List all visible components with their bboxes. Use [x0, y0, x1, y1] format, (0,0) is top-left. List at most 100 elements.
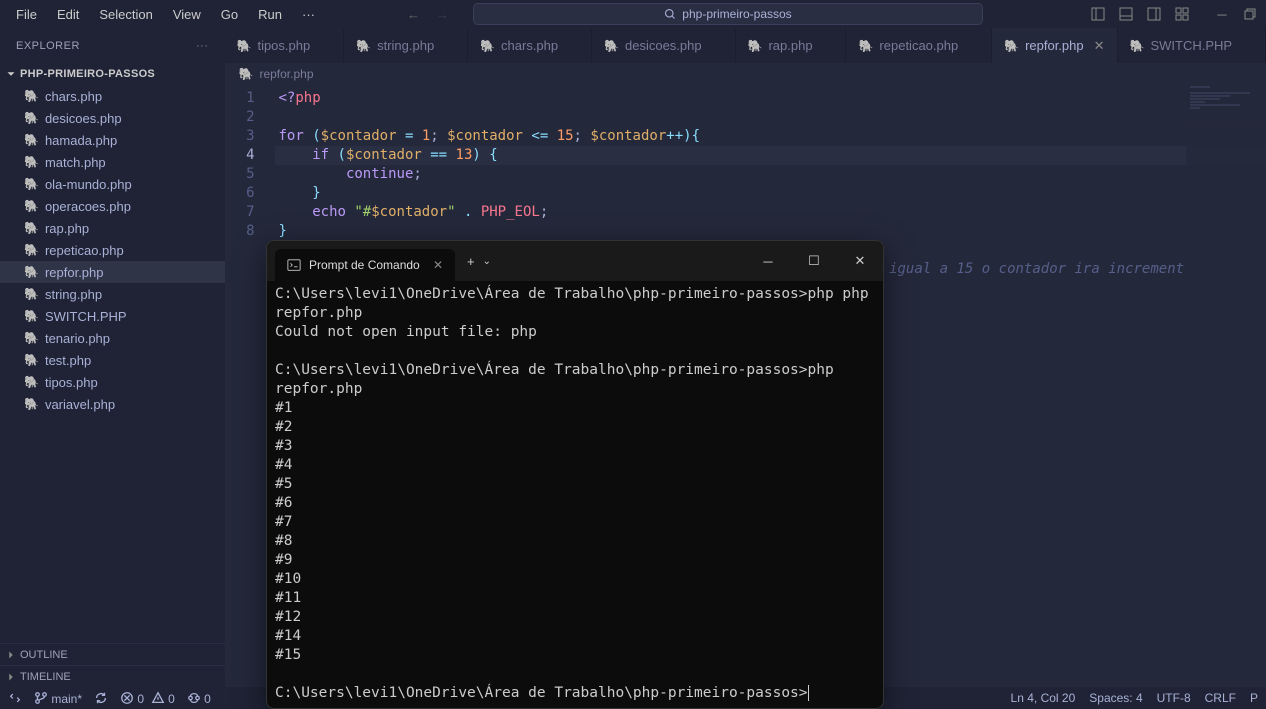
window-minimize-icon[interactable]: ─	[1214, 6, 1230, 22]
terminal-body[interactable]: C:\Users\levi1\OneDrive\Área de Trabalho…	[267, 281, 883, 708]
ports[interactable]: 0	[187, 691, 211, 706]
file-item[interactable]: 🐘 SWITCH.PHP	[0, 305, 225, 327]
cursor-position[interactable]: Ln 4, Col 20	[1011, 691, 1076, 705]
terminal-tab-title: Prompt de Comando	[309, 258, 420, 272]
file-item[interactable]: 🐘repeticao.php	[0, 239, 225, 261]
terminal-minimize-icon[interactable]: ─	[745, 245, 791, 277]
menu-run[interactable]: Run	[250, 3, 290, 26]
breadcrumb[interactable]: 🐘 repfor.php	[225, 63, 1266, 85]
menu-selection[interactable]: Selection	[91, 3, 160, 26]
file-item[interactable]: 🐘ola-mundo.php	[0, 173, 225, 195]
line-number: 6	[225, 184, 255, 203]
language-mode[interactable]: P	[1250, 691, 1258, 705]
menu-view[interactable]: View	[165, 3, 209, 26]
file-item[interactable]: 🐘repfor.php	[0, 261, 225, 283]
file-item[interactable]: 🐘tipos.php	[0, 371, 225, 393]
code-line[interactable]: }	[275, 184, 1266, 203]
terminal-new-tab-icon[interactable]: +	[467, 254, 475, 269]
editor-tab[interactable]: 🐘string.php✕	[344, 28, 468, 63]
code-line[interactable]: }	[275, 222, 1266, 241]
file-name: repeticao.php	[45, 243, 124, 258]
line-number: 8	[225, 222, 255, 241]
tab-close-icon[interactable]: ✕	[1094, 38, 1105, 54]
line-number: 3	[225, 127, 255, 146]
line-number: 1	[225, 89, 255, 108]
layout-primary-icon[interactable]	[1090, 6, 1106, 22]
explorer-header: EXPLORER ···	[0, 28, 225, 63]
file-item[interactable]: 🐘desicoes.php	[0, 107, 225, 129]
file-item[interactable]: 🐘tenario.php	[0, 327, 225, 349]
command-center[interactable]: php-primeiro-passos	[473, 3, 983, 25]
code-line[interactable]	[275, 108, 1266, 127]
terminal-close-icon[interactable]: ✕	[837, 245, 883, 277]
outline-section[interactable]: OUTLINE	[0, 643, 225, 665]
nav-back-icon[interactable]: ←	[407, 7, 420, 22]
php-icon: 🐘	[24, 89, 39, 103]
terminal-output: C:\Users\levi1\OneDrive\Área de Trabalho…	[275, 286, 877, 701]
file-item[interactable]: 🐘match.php	[0, 151, 225, 173]
file-item[interactable]: 🐘rap.php	[0, 217, 225, 239]
editor-tab[interactable]: 🐘desicoes.php✕	[592, 28, 735, 63]
editor-tab[interactable]: 🐘chars.php✕	[468, 28, 592, 63]
encoding[interactable]: UTF-8	[1157, 691, 1191, 705]
tab-label: rap.php	[768, 38, 812, 53]
php-icon: 🐘	[24, 309, 39, 323]
file-item[interactable]: 🐘hamada.php	[0, 129, 225, 151]
file-item[interactable]: 🐘variavel.php	[0, 393, 225, 415]
tab-label: SWITCH.PHP	[1150, 38, 1232, 53]
menu-edit[interactable]: Edit	[49, 3, 87, 26]
explorer-sidebar: EXPLORER ··· PHP-PRIMEIRO-PASSOS 🐘chars.…	[0, 28, 225, 687]
terminal-maximize-icon[interactable]: ☐	[791, 245, 837, 277]
file-item[interactable]: 🐘chars.php	[0, 85, 225, 107]
eol[interactable]: CRLF	[1205, 691, 1236, 705]
file-name: test.php	[45, 353, 91, 368]
code-line[interactable]: for ($contador = 1; $contador <= 15; $co…	[275, 127, 1266, 146]
line-number: 2	[225, 108, 255, 127]
terminal-tab[interactable]: Prompt de Comando ✕	[275, 249, 455, 281]
php-icon: 🐘	[24, 111, 39, 125]
file-name: variavel.php	[45, 397, 115, 412]
folder-header[interactable]: PHP-PRIMEIRO-PASSOS	[0, 63, 225, 85]
php-icon: 🐘	[1130, 39, 1145, 53]
indentation[interactable]: Spaces: 4	[1089, 691, 1142, 705]
timeline-section[interactable]: TIMELINE	[0, 665, 225, 687]
terminal-tab-close-icon[interactable]: ✕	[433, 258, 443, 272]
menubar: FileEditSelectionViewGoRun ··· ← → php-p…	[0, 0, 1266, 28]
window-restore-icon[interactable]	[1242, 6, 1258, 22]
editor-tab[interactable]: 🐘repfor.php✕	[992, 28, 1117, 63]
explorer-more-icon[interactable]: ···	[196, 40, 209, 52]
code-line[interactable]: continue;	[275, 165, 1266, 184]
terminal-titlebar[interactable]: Prompt de Comando ✕ + ⌄ ─ ☐ ✕	[267, 241, 883, 281]
remote-icon[interactable]	[8, 691, 22, 705]
file-item[interactable]: 🐘string.php	[0, 283, 225, 305]
php-icon: 🐘	[1004, 39, 1019, 53]
git-branch[interactable]: main*	[34, 691, 82, 706]
layout-secondary-icon[interactable]	[1146, 6, 1162, 22]
file-item[interactable]: 🐘operacoes.php	[0, 195, 225, 217]
minimap[interactable]	[1186, 85, 1266, 285]
file-item[interactable]: 🐘test.php	[0, 349, 225, 371]
layout-panel-icon[interactable]	[1118, 6, 1134, 22]
php-icon: 🐘	[24, 287, 39, 301]
nav-forward-icon[interactable]: →	[436, 7, 449, 22]
file-name: SWITCH.PHP	[45, 309, 127, 324]
php-icon: 🐘	[24, 199, 39, 213]
editor-tab[interactable]: 🐘SWITCH.PHP✕	[1118, 28, 1266, 63]
php-icon: 🐘	[480, 39, 495, 53]
layout-customize-icon[interactable]	[1174, 6, 1190, 22]
menu-file[interactable]: File	[8, 3, 45, 26]
code-line[interactable]: if ($contador == 13) {	[275, 146, 1266, 165]
editor-tab[interactable]: 🐘tipos.php✕	[225, 28, 345, 63]
git-sync[interactable]: 0↓ 0↑	[94, 691, 108, 706]
problems[interactable]: 0 0	[120, 691, 175, 706]
terminal-dropdown-icon[interactable]: ⌄	[483, 256, 491, 267]
menu-go[interactable]: Go	[213, 3, 246, 26]
code-line[interactable]: <?php	[275, 89, 1266, 108]
outline-label: OUTLINE	[20, 649, 68, 661]
editor-tab[interactable]: 🐘rap.php✕	[736, 28, 847, 63]
editor-tab[interactable]: 🐘repeticao.php✕	[846, 28, 992, 63]
menu-overflow[interactable]: ···	[294, 3, 323, 26]
file-name: repfor.php	[45, 265, 104, 280]
code-line[interactable]: echo "#$contador" . PHP_EOL;	[275, 203, 1266, 222]
explorer-title: EXPLORER	[16, 40, 80, 52]
